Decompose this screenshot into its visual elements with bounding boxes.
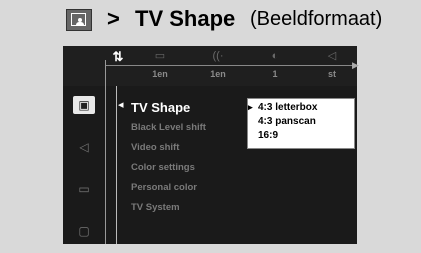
selection-arrow-icon: ▸ xyxy=(248,102,253,112)
menu-divider xyxy=(116,86,117,244)
option-16-9[interactable]: 16:9 xyxy=(258,129,354,143)
page-title: TV Shape xyxy=(135,6,236,31)
menu-item-tv-shape[interactable]: TV Shape xyxy=(131,98,261,118)
sound-value: st xyxy=(327,69,336,79)
osd-menu-panel: ⇅ ▭ 1en ((· 1en ◐ 1 ◁ st ▶ ▣ ◁ ▭ ▢ ◂ TV … xyxy=(63,46,359,244)
menu-item-color-settings[interactable]: Color settings xyxy=(131,158,261,178)
menu-item-video-shift[interactable]: Video shift xyxy=(131,138,261,158)
settings-icon: ⇅ xyxy=(112,49,124,64)
tv-screen-icon xyxy=(66,9,92,31)
settings-menu: TV Shape Black Level shift Video shift C… xyxy=(131,98,261,218)
header-arrow: > xyxy=(107,6,120,31)
sidebar-item-features[interactable]: ▢ xyxy=(73,222,95,240)
briefcase-icon: ▢ xyxy=(78,224,90,238)
menu-item-black-level-shift[interactable]: Black Level shift xyxy=(131,118,261,138)
sidebar-item-picture[interactable]: ▣ xyxy=(73,96,95,114)
menu-item-personal-color[interactable]: Personal color xyxy=(131,178,261,198)
angle-value: 1 xyxy=(272,69,278,79)
speaker-icon: ◁ xyxy=(79,140,89,154)
option-4-3-letterbox[interactable]: 4:3 letterbox xyxy=(258,101,354,115)
sound-icon: ◁ xyxy=(327,50,337,62)
menu-cursor-icon: ◂ xyxy=(118,99,124,111)
top-tab-bar: ⇅ ▭ 1en ((· 1en ◐ 1 ◁ st ▶ xyxy=(63,46,359,86)
vertical-divider xyxy=(105,60,106,244)
sidebar-item-language[interactable]: ▭ xyxy=(73,180,95,198)
angle-icon: ◐ xyxy=(271,50,279,62)
menu-item-tv-system[interactable]: TV System xyxy=(131,198,261,218)
page-subtitle: (Beeldformaat) xyxy=(250,8,383,30)
audio-language-icon: ((· xyxy=(212,50,224,62)
sidebar: ▣ ◁ ▭ ▢ xyxy=(63,86,105,244)
option-4-3-panscan[interactable]: 4:3 panscan xyxy=(258,115,354,129)
right-arrow-icon: ▶ xyxy=(352,60,359,70)
chat-icon: ▭ xyxy=(78,182,90,196)
subtitle-icon: ▭ xyxy=(154,50,166,62)
audio-language-value: 1en xyxy=(210,69,226,79)
page-header: > TV Shape (Beeldformaat) xyxy=(0,0,421,40)
subtitle-value: 1en xyxy=(152,69,168,79)
tv-shape-options: ▸ 4:3 letterbox 4:3 panscan 16:9 xyxy=(247,98,355,149)
sidebar-item-audio[interactable]: ◁ xyxy=(73,138,95,156)
tab-settings[interactable]: ⇅ xyxy=(103,50,133,69)
tab-divider-line xyxy=(105,65,355,66)
tv-screen-icon: ▣ xyxy=(78,98,90,112)
